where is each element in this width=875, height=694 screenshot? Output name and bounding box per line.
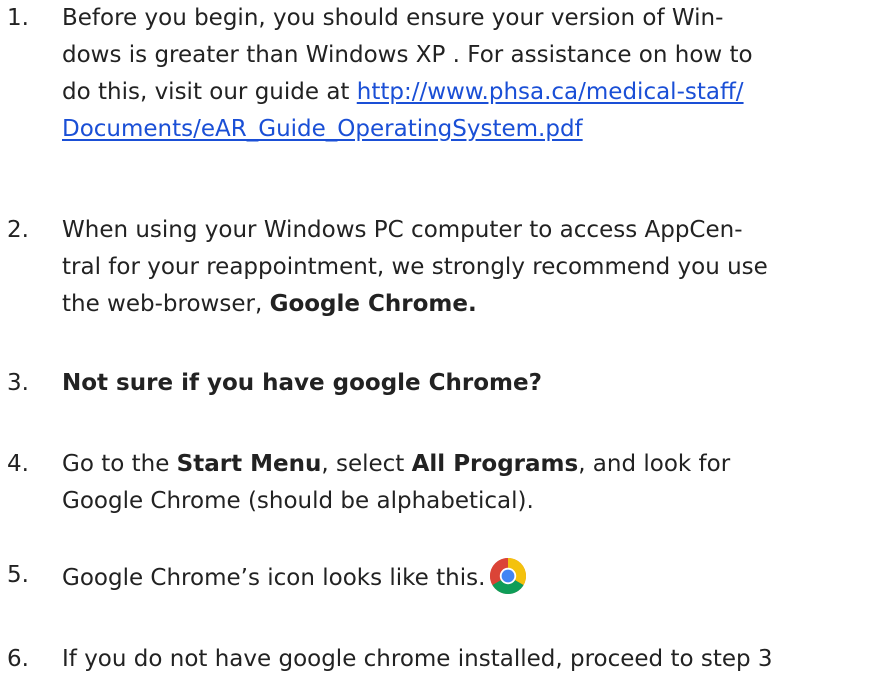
list-number: 2. — [7, 217, 29, 243]
bold-text: Not sure if you have google Chrome? — [62, 370, 542, 396]
text-line: the web-browser, Google Chrome. — [62, 286, 875, 323]
text-line: Google Chrome’s icon looks like this. — [62, 557, 875, 597]
text-line: Google Chrome (should be alphabetical). — [62, 488, 534, 514]
bold-text: Start Menu — [176, 451, 322, 477]
guide-link[interactable]: http://www.phsa.ca/medical-staff/ — [357, 79, 744, 105]
list-number: 5. — [7, 562, 29, 588]
list-item-text: Google Chrome’s icon looks like this. — [62, 557, 875, 597]
guide-link-continued[interactable]: Documents/eAR_Guide_OperatingSystem.pdf — [62, 116, 583, 142]
list-number: 1. — [7, 5, 29, 31]
text-line: Not sure if you have google Chrome? — [62, 365, 875, 402]
text-segment: do this, visit our guide at — [62, 79, 357, 105]
text-segment: Google Chrome’s icon looks like this. — [62, 565, 486, 591]
text-line: Documents/eAR_Guide_OperatingSystem.pdf — [62, 111, 875, 148]
list-item-text: Go to the Start Menu, select All Program… — [62, 446, 875, 520]
text-segment: the web-browser, — [62, 291, 270, 317]
list-number: 6. — [7, 646, 29, 672]
list-item-text: If you do not have google chrome install… — [62, 641, 875, 678]
bold-text: Google Chrome. — [269, 291, 477, 317]
instruction-document: 1. Before you begin, you should ensure y… — [0, 0, 875, 694]
text-line: When using your Windows PC computer to a… — [62, 217, 743, 243]
text-segment: , select — [321, 451, 412, 477]
chrome-logo-icon — [489, 557, 527, 595]
text-line: do this, visit our guide at http://www.p… — [62, 74, 875, 111]
text-line: tral for your reappointment, we strongly… — [62, 254, 768, 280]
list-number: 4. — [7, 451, 29, 477]
list-item-text: Before you begin, you should ensure your… — [62, 0, 875, 148]
list-item-text: Not sure if you have google Chrome? — [62, 365, 875, 402]
list-item-text: When using your Windows PC computer to a… — [62, 212, 875, 323]
text-line: Go to the Start Menu, select All Program… — [62, 446, 875, 483]
text-line: dows is greater than Windows XP . For as… — [62, 42, 753, 68]
bold-text: All Programs — [411, 451, 579, 477]
text-line: Before you begin, you should ensure your… — [62, 5, 724, 31]
list-number: 3. — [7, 370, 29, 396]
text-line: If you do not have google chrome install… — [62, 646, 773, 672]
text-segment: , and look for — [578, 451, 731, 477]
text-segment: Go to the — [62, 451, 177, 477]
